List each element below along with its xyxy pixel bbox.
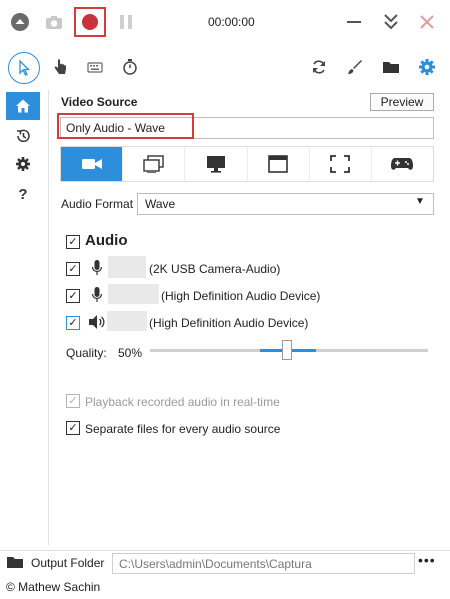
tab-screen[interactable] <box>185 147 248 181</box>
tab-webcam[interactable] <box>61 147 124 181</box>
audio-format-value: Wave <box>145 197 176 211</box>
tab-fullscreen-window[interactable] <box>248 147 310 181</box>
screen-icon <box>206 156 225 173</box>
record-button[interactable] <box>74 7 106 37</box>
audio-format-select[interactable] <box>137 193 434 215</box>
redacted-device-name <box>108 256 146 278</box>
history-icon <box>17 129 30 143</box>
camera-icon[interactable] <box>40 8 68 36</box>
region-icon <box>330 155 351 173</box>
device-name: (2K USB Camera-Audio) <box>149 262 281 276</box>
cursor-icon[interactable] <box>8 52 40 84</box>
tab-region[interactable] <box>310 147 372 181</box>
window-icon <box>143 155 164 173</box>
audio-checkbox[interactable]: ✓ <box>66 235 80 249</box>
menu-up-icon[interactable] <box>6 8 34 36</box>
separate-files-label: Separate files for every audio source <box>85 422 281 436</box>
title-bar: 00:00:00 <box>0 0 450 46</box>
video-source-title: Video Source <box>61 95 138 109</box>
redacted-device-name <box>107 311 147 331</box>
folder-icon[interactable] <box>376 52 406 82</box>
output-folder-path: C:\Users\admin\Documents\Captura <box>119 557 312 571</box>
sidebar-item-help[interactable]: ? <box>6 180 40 208</box>
help-icon: ? <box>18 185 28 203</box>
gear-icon <box>16 157 30 171</box>
chevron-down-icon: ▼ <box>415 196 425 207</box>
refresh-icon[interactable] <box>304 52 334 82</box>
quality-slider-thumb[interactable] <box>282 340 292 360</box>
device-checkbox[interactable]: ✓ <box>66 262 80 276</box>
more-options-button[interactable]: ••• <box>418 552 436 568</box>
redacted-device-name <box>108 284 159 304</box>
keyboard-icon[interactable] <box>80 52 110 82</box>
device-checkbox[interactable]: ✓ <box>66 289 80 303</box>
brush-icon[interactable] <box>340 52 370 82</box>
preview-button[interactable]: Preview <box>370 93 434 111</box>
gamepad-icon <box>391 158 414 170</box>
webcam-icon <box>81 159 102 169</box>
timer-icon[interactable] <box>115 52 145 82</box>
playback-checkbox[interactable]: ✓ <box>66 394 80 408</box>
quality-value: 50% <box>118 346 143 360</box>
device-name: (High Definition Audio Device) <box>149 316 309 330</box>
sidebar-item-history[interactable] <box>6 122 40 150</box>
speaker-icon <box>87 312 107 332</box>
record-icon <box>82 14 98 30</box>
copyright-footer: © Mathew Sachin <box>6 580 101 594</box>
sidebar-item-settings[interactable] <box>6 150 40 178</box>
output-folder-icon[interactable] <box>5 554 25 570</box>
source-highlight-box <box>57 113 194 139</box>
sidebar: ? <box>0 90 49 545</box>
close-icon[interactable] <box>413 8 441 36</box>
device-checkbox[interactable]: ✓ <box>66 316 80 330</box>
audio-format-label: Audio Format <box>61 197 134 211</box>
fullscreen-window-icon <box>268 155 288 173</box>
microphone-icon <box>89 258 105 278</box>
device-name: (High Definition Audio Device) <box>161 289 321 303</box>
settings-icon[interactable] <box>412 52 442 82</box>
quality-label: Quality: <box>66 346 107 360</box>
playback-label: Playback recorded audio in real-time <box>85 395 280 409</box>
sidebar-item-home[interactable] <box>6 92 40 120</box>
microphone-icon <box>89 285 105 305</box>
minimize-icon[interactable] <box>340 8 368 36</box>
home-icon <box>16 99 30 113</box>
pause-icon[interactable] <box>112 8 140 36</box>
separate-files-checkbox[interactable]: ✓ <box>66 421 80 435</box>
video-source-tabs <box>60 146 434 182</box>
toolbar <box>0 48 450 86</box>
audio-heading: Audio <box>85 232 128 249</box>
click-hand-icon[interactable] <box>45 52 75 82</box>
tab-game[interactable] <box>372 147 433 181</box>
output-folder-label: Output Folder <box>31 556 105 570</box>
collapse-icon[interactable] <box>377 8 405 36</box>
tab-window[interactable] <box>123 147 186 181</box>
recording-timer: 00:00:00 <box>208 15 255 29</box>
